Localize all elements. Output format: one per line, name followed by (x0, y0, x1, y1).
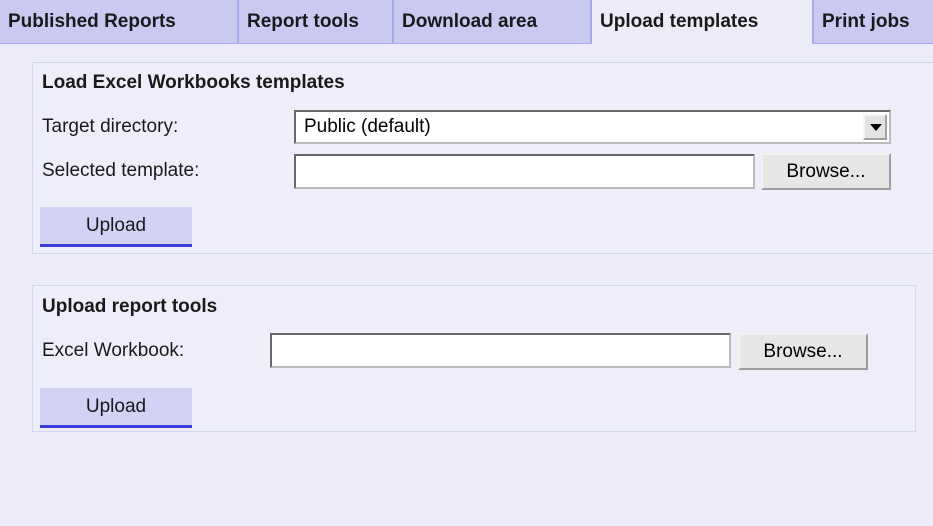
tab-report-tools[interactable]: Report tools (239, 0, 394, 43)
tab-label: Report tools (247, 11, 359, 32)
target-directory-select[interactable]: Public (default) (294, 110, 891, 144)
browse-workbook-button[interactable]: Browse... (738, 333, 868, 370)
selected-template-label: Selected template: (42, 160, 200, 181)
target-directory-label: Target directory: (42, 116, 179, 137)
tab-label: Print jobs (822, 11, 910, 32)
tab-label: Published Reports (8, 11, 176, 32)
tab-bar: Published Reports Report tools Download … (0, 0, 933, 44)
target-directory-value: Public (default) (304, 116, 431, 137)
chevron-down-icon[interactable] (863, 114, 887, 140)
selected-template-input[interactable] (294, 154, 755, 189)
tab-label: Upload templates (600, 11, 759, 32)
browse-template-button[interactable]: Browse... (761, 153, 891, 190)
tab-label: Download area (402, 11, 538, 32)
tab-bar-underline (0, 43, 592, 44)
tab-print-jobs[interactable]: Print jobs (814, 0, 933, 43)
tab-published-reports[interactable]: Published Reports (0, 0, 239, 43)
tab-download-area[interactable]: Download area (394, 0, 592, 43)
excel-workbook-input[interactable] (270, 333, 731, 368)
load-templates-title: Load Excel Workbooks templates (42, 72, 345, 93)
excel-workbook-label: Excel Workbook: (42, 340, 185, 361)
tab-bar-underline (814, 43, 933, 44)
report-tools-title: Upload report tools (42, 296, 218, 317)
upload-template-button[interactable]: Upload (40, 207, 192, 247)
tab-upload-templates[interactable]: Upload templates (592, 0, 814, 44)
upload-report-tools-button[interactable]: Upload (40, 388, 192, 428)
